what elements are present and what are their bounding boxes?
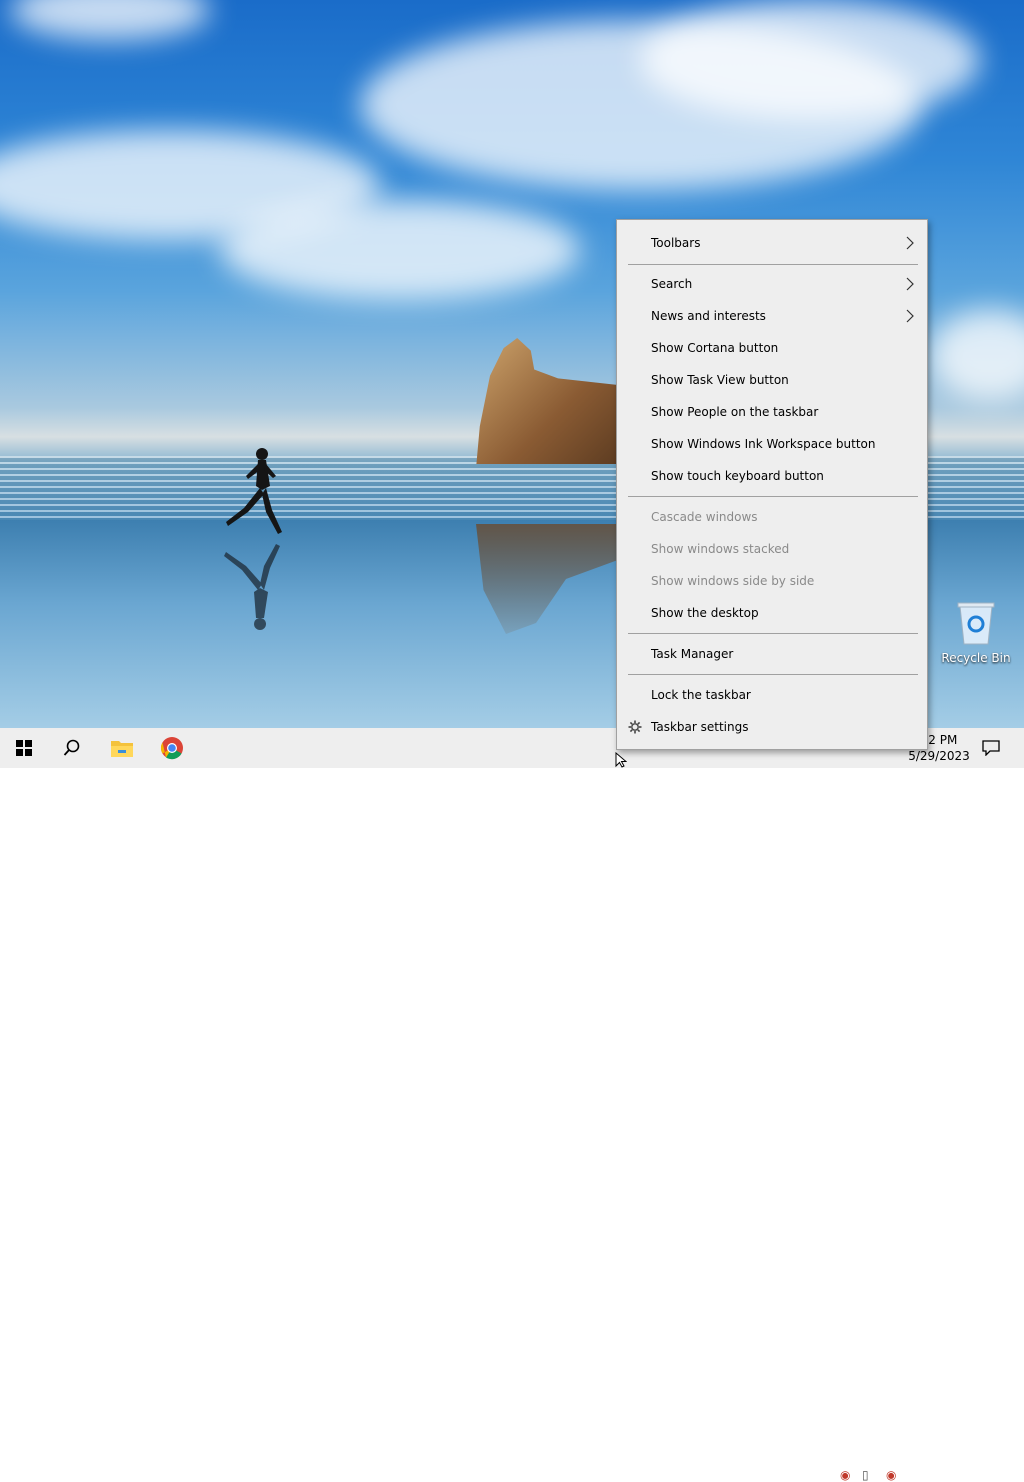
wallpaper-cloud: [10, 0, 210, 40]
tray-icon[interactable]: ◉: [840, 1468, 850, 1482]
clock-date: 5/29/2023: [908, 749, 970, 763]
menu-item-cascade-windows: Cascade windows: [617, 501, 927, 533]
chevron-right-icon: [906, 309, 914, 323]
menu-item-toolbars[interactable]: Toolbars: [617, 227, 927, 259]
wallpaper-cloud: [930, 310, 1024, 400]
menu-item-label: Show Windows Ink Workspace button: [651, 437, 876, 451]
recycle-bin-label: Recycle Bin: [941, 651, 1011, 665]
menu-separator: [628, 496, 918, 497]
gear-icon: [628, 720, 642, 734]
menu-item-lock-taskbar[interactable]: Lock the taskbar: [617, 679, 927, 711]
recycle-bin-icon: [957, 602, 995, 645]
menu-item-task-manager[interactable]: Task Manager: [617, 638, 927, 670]
menu-item-label: Task Manager: [651, 647, 734, 661]
menu-item-label: Toolbars: [651, 236, 701, 250]
chrome-icon: [161, 737, 183, 760]
menu-item-show-cortana[interactable]: Show Cortana button: [617, 332, 927, 364]
menu-item-show-people[interactable]: Show People on the taskbar: [617, 396, 927, 428]
menu-item-label: News and interests: [651, 309, 766, 323]
menu-item-show-desktop[interactable]: Show the desktop: [617, 597, 927, 629]
menu-separator: [628, 633, 918, 634]
menu-item-windows-stacked: Show windows stacked: [617, 533, 927, 565]
chevron-right-icon: [906, 277, 914, 291]
wallpaper-runner: [226, 448, 282, 534]
menu-separator: [628, 264, 918, 265]
menu-item-label: Show Cortana button: [651, 341, 779, 355]
mouse-cursor-icon: [615, 752, 627, 768]
tray-icon[interactable]: ◉: [886, 1468, 896, 1482]
start-button[interactable]: [0, 728, 48, 768]
action-center-icon: [982, 740, 1000, 756]
chevron-right-icon: [906, 236, 914, 250]
menu-item-show-task-view[interactable]: Show Task View button: [617, 364, 927, 396]
menu-item-label: Show windows side by side: [651, 574, 815, 588]
file-explorer-button[interactable]: [98, 728, 146, 768]
wallpaper-cloud: [640, 0, 980, 120]
search-button[interactable]: [48, 728, 96, 768]
network-icon[interactable]: ▯: [862, 1468, 869, 1482]
menu-item-label: Search: [651, 277, 693, 291]
menu-item-label: Show Task View button: [651, 373, 789, 387]
menu-item-search[interactable]: Search: [617, 268, 927, 300]
menu-item-label: Show the desktop: [651, 606, 759, 620]
wallpaper-rock: [476, 338, 626, 464]
folder-icon: [111, 741, 133, 757]
menu-item-label: Lock the taskbar: [651, 688, 751, 702]
wallpaper-cloud: [220, 200, 580, 300]
menu-item-show-windows-ink[interactable]: Show Windows Ink Workspace button: [617, 428, 927, 460]
menu-item-news-and-interests[interactable]: News and interests: [617, 300, 927, 332]
action-center-button[interactable]: [968, 728, 1014, 768]
windows-logo-icon: [16, 740, 32, 756]
chrome-button[interactable]: [148, 728, 196, 768]
taskbar-context-menu: Toolbars Search News and interests Show …: [616, 219, 928, 750]
wallpaper-runner-reflection: [224, 544, 280, 630]
menu-item-label: Show People on the taskbar: [651, 405, 819, 419]
menu-item-taskbar-settings[interactable]: Taskbar settings: [617, 711, 927, 743]
menu-item-label: Taskbar settings: [651, 720, 749, 734]
menu-separator: [628, 674, 918, 675]
recycle-bin-shortcut[interactable]: Recycle Bin: [940, 600, 1012, 665]
menu-item-label: Show windows stacked: [651, 542, 790, 556]
menu-item-label: Show touch keyboard button: [651, 469, 824, 483]
menu-item-windows-side-by-side: Show windows side by side: [617, 565, 927, 597]
search-icon: [63, 739, 80, 756]
menu-item-label: Cascade windows: [651, 510, 758, 524]
menu-item-show-touch-keyboard[interactable]: Show touch keyboard button: [617, 460, 927, 492]
